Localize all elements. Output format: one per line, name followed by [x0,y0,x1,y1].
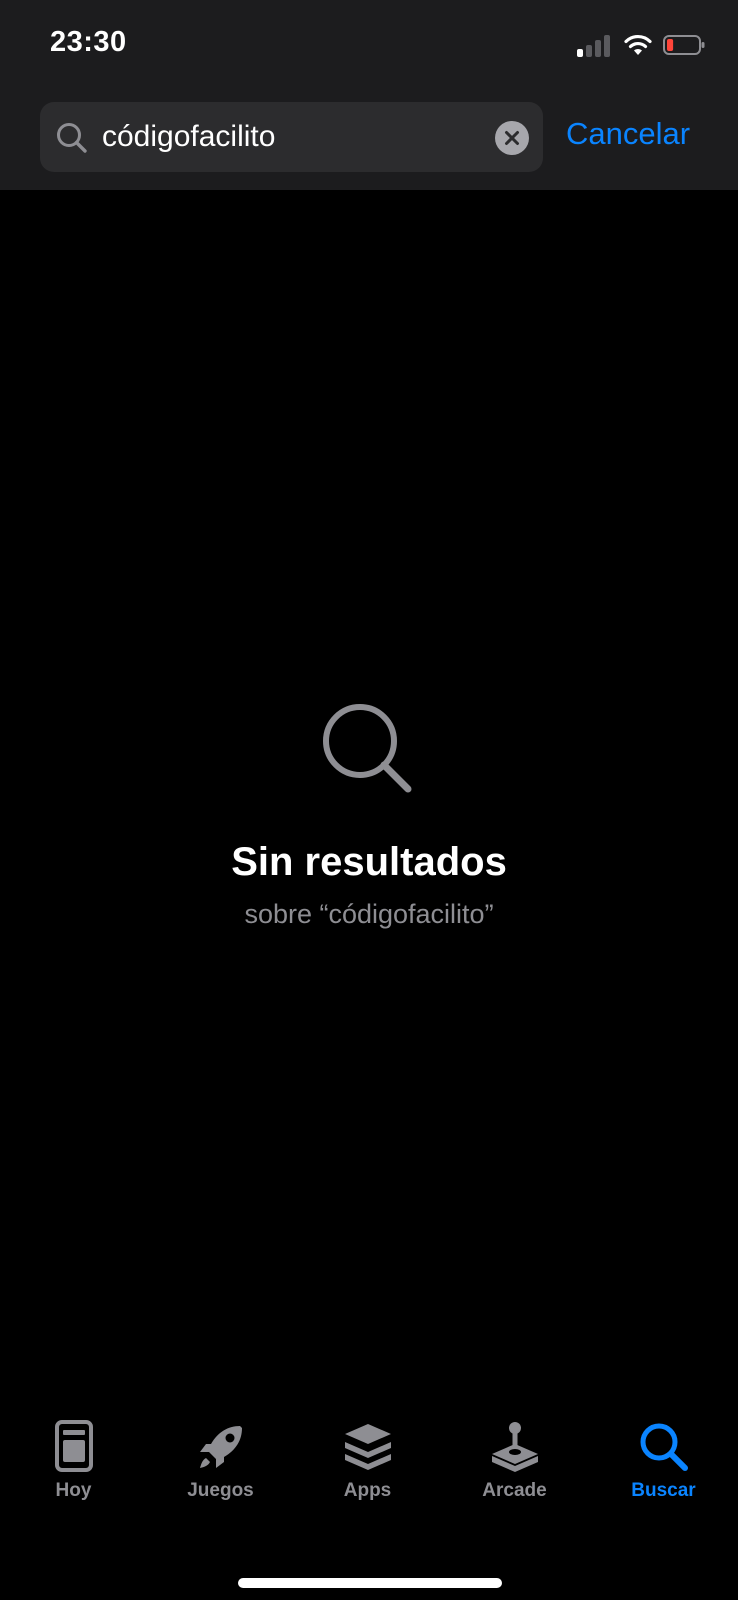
battery-icon [663,35,705,55]
today-card-icon [54,1420,93,1472]
tab-label: Arcade [482,1480,547,1501]
magnifying-glass-icon [323,704,412,793]
clear-icon [505,131,519,145]
search-icon [640,1423,688,1471]
cellular-signal-icon [577,33,615,57]
clear-search-button[interactable] [495,121,529,155]
status-bar: 23:30 [0,0,738,90]
joystick-icon [491,1422,538,1472]
search-field[interactable] [40,102,543,172]
status-time: 23:30 [50,26,127,58]
search-icon [57,123,87,153]
wifi-icon [624,34,652,55]
stack-layers-icon [344,1424,391,1470]
app-store-search-screen: 23:30 códigofacilito Cancelar Sin result… [0,0,738,1600]
search-row: Cancelar [0,100,738,172]
rocket-icon [199,1426,242,1468]
tab-arcade[interactable]: Arcade [441,1410,588,1530]
tab-bar: Hoy Juegos Apps Arcade Buscar [0,1410,738,1600]
home-indicator [238,1578,502,1588]
tab-hoy[interactable]: Hoy [0,1410,147,1530]
empty-state-title: Sin resultados [231,840,507,884]
header: 23:30 códigofacilito Cancelar [0,0,738,190]
cancel-button[interactable]: Cancelar [566,116,690,152]
empty-state-subtitle: sobre “códigofacilito” [244,899,494,929]
search-input[interactable] [102,112,482,162]
tab-juegos[interactable]: Juegos [147,1410,294,1530]
tab-label: Buscar [631,1480,696,1501]
tab-buscar[interactable]: Buscar [590,1410,737,1530]
tab-label: Hoy [55,1480,92,1501]
empty-state: Sin resultados sobre “códigofacilito” [0,700,738,930]
tab-label: Juegos [187,1480,254,1501]
tab-apps[interactable]: Apps [294,1410,441,1530]
tab-label: Apps [343,1480,392,1501]
